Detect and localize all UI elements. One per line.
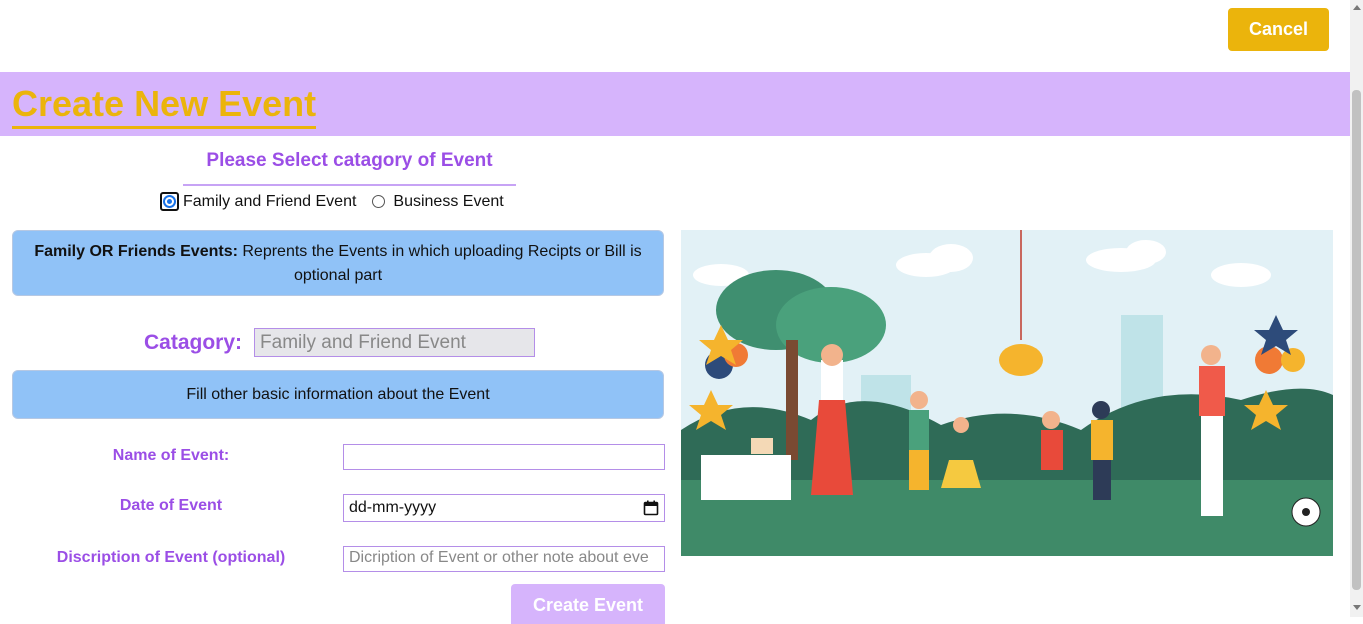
family-events-info-title: Family OR Friends Events: bbox=[34, 243, 238, 260]
radio-business-label[interactable]: Business Event bbox=[393, 193, 503, 211]
family-events-info: Family OR Friends Events: Reprents the E… bbox=[12, 230, 664, 296]
family-events-info-text: Reprents the Events in which uploading R… bbox=[237, 243, 642, 284]
event-description-label: Discription of Event (optional) bbox=[56, 549, 286, 566]
radio-family-friend-dot[interactable] bbox=[163, 195, 176, 208]
category-radio-group: Family and Friend Event Business Event bbox=[160, 192, 520, 211]
scroll-up-icon[interactable] bbox=[1353, 5, 1361, 10]
category-label: Catagory: bbox=[144, 330, 243, 354]
cancel-button[interactable]: Cancel bbox=[1228, 8, 1329, 51]
scrollbar-thumb[interactable] bbox=[1352, 90, 1361, 590]
radio-business[interactable] bbox=[372, 195, 386, 208]
vertical-scrollbar[interactable] bbox=[1350, 0, 1363, 617]
page-title: Create New Event bbox=[12, 82, 317, 129]
radio-family-friend[interactable] bbox=[160, 192, 179, 211]
scroll-down-icon[interactable] bbox=[1353, 605, 1361, 610]
create-event-button[interactable]: Create Event bbox=[511, 584, 665, 624]
radio-family-friend-label[interactable]: Family and Friend Event bbox=[183, 193, 356, 211]
event-date-input[interactable]: dd-mm-yyyy bbox=[343, 494, 665, 522]
basic-info-banner: Fill other basic information about the E… bbox=[12, 370, 664, 419]
event-name-input[interactable] bbox=[343, 444, 665, 470]
calendar-icon[interactable] bbox=[643, 500, 659, 516]
category-field: Family and Friend Event bbox=[254, 328, 536, 357]
event-description-input[interactable]: Dicription of Event or other note about … bbox=[343, 546, 665, 572]
category-row: Catagory: Family and Friend Event bbox=[144, 328, 536, 357]
event-date-label: Date of Event bbox=[119, 497, 223, 514]
event-date-value: dd-mm-yyyy bbox=[349, 499, 437, 516]
party-illustration bbox=[681, 230, 1333, 556]
category-select-heading: Please Select catagory of Event bbox=[183, 150, 516, 186]
event-name-label: Name of Event: bbox=[112, 447, 230, 464]
